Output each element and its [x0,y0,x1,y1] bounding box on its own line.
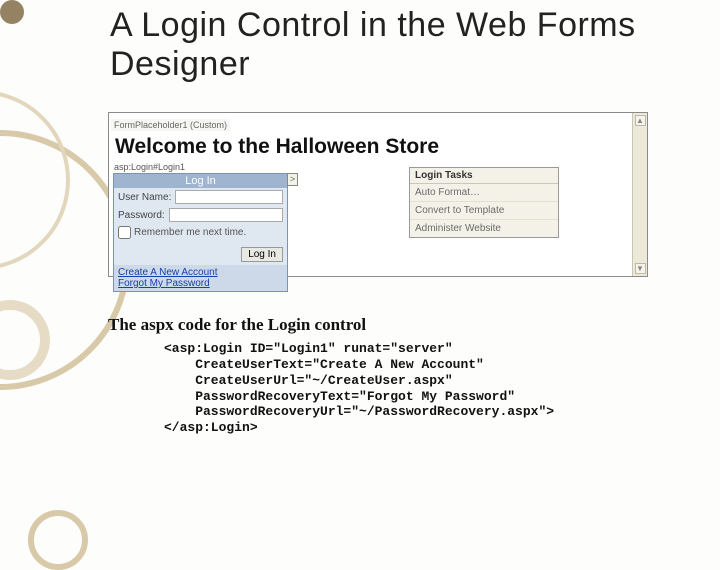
create-account-link[interactable]: Create A New Account [118,267,283,278]
code-line: CreateUserUrl="~/CreateUser.aspx" [164,373,453,388]
bg-dot [0,0,24,24]
page-heading: Welcome to the Halloween Store [111,133,645,161]
code-section: The aspx code for the Login control <asp… [108,315,668,436]
scroll-up-icon[interactable]: ▲ [635,115,646,126]
login-button[interactable]: Log In [241,247,283,262]
control-tag: asp:Login#Login1 [111,161,645,173]
username-input[interactable] [175,190,283,204]
login-header: Log In [114,174,287,188]
scroll-down-icon[interactable]: ▼ [635,263,646,274]
code-line: </asp:Login> [164,420,258,435]
password-label: Password: [118,210,165,221]
smart-panel-item[interactable]: Convert to Template [410,202,558,220]
placeholder-tag: FormPlaceholder1 (Custom) [111,119,230,131]
code-line: CreateUserText="Create A New Account" [164,357,484,372]
login-control[interactable]: > Log In User Name: Password: Remember m… [113,173,288,292]
smart-panel-item[interactable]: Auto Format… [410,184,558,202]
smart-panel-header: Login Tasks [410,168,558,184]
smart-tag-panel: Login Tasks Auto Format… Convert to Temp… [409,167,559,238]
username-label: User Name: [118,192,171,203]
smart-tag-glyph-icon[interactable]: > [287,173,298,186]
remember-label: Remember me next time. [134,227,246,238]
password-input[interactable] [169,208,283,222]
scrollbar[interactable]: ▲ ▼ [632,113,647,276]
remember-checkbox[interactable] [118,226,131,239]
slide-title: A Login Control in the Web Forms Designe… [110,6,670,84]
smart-panel-item[interactable]: Administer Website [410,220,558,237]
code-line: PasswordRecoveryUrl="~/PasswordRecovery.… [164,404,554,419]
code-line: PasswordRecoveryText="Forgot My Password… [164,389,515,404]
designer-screenshot: FormPlaceholder1 (Custom) Welcome to the… [108,112,648,277]
code-title: The aspx code for the Login control [108,315,668,335]
code-block: <asp:Login ID="Login1" runat="server" Cr… [108,341,668,436]
bg-ring [28,510,88,570]
forgot-password-link[interactable]: Forgot My Password [118,278,283,289]
code-line: <asp:Login ID="Login1" runat="server" [164,341,453,356]
